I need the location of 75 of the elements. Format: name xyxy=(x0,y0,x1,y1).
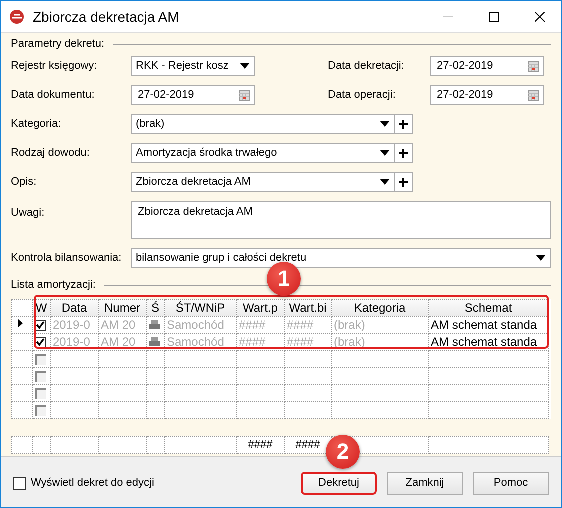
table-cell: (brak) xyxy=(334,318,366,332)
table-cell: AM 20 xyxy=(101,318,136,332)
table-cell: #### xyxy=(239,318,266,332)
section-title: Lista amortyzacji: xyxy=(11,279,96,291)
table-cell: #### xyxy=(239,335,266,349)
date-field[interactable]: 27-02-2019 xyxy=(430,85,544,105)
printer-icon xyxy=(149,320,160,329)
dropdown[interactable]: Zbiorcza dekretacja AM xyxy=(131,172,395,192)
checkbox[interactable] xyxy=(35,370,46,382)
field-label: Rejestr księgowy: xyxy=(11,60,98,72)
caret-icon xyxy=(536,255,546,261)
column-header[interactable]: Wart.bi xyxy=(284,300,332,316)
app-icon xyxy=(9,8,25,24)
dialog-button[interactable]: Pomoc xyxy=(473,472,549,494)
column-header[interactable]: Wart.p xyxy=(236,300,284,316)
column-header[interactable]: Kategoria xyxy=(332,300,428,316)
dropdown[interactable]: (brak) xyxy=(131,114,395,134)
checkbox[interactable] xyxy=(35,388,46,399)
total-cell: #### xyxy=(296,439,320,451)
window-title: Zbiorcza dekretacja AM xyxy=(33,8,180,24)
field-label: Data dokumentu: xyxy=(11,89,96,101)
close-icon xyxy=(535,12,545,22)
table-cell: AM schemat standa xyxy=(431,335,538,349)
checkbox[interactable] xyxy=(35,354,46,365)
checkbox[interactable] xyxy=(35,320,46,331)
table-cell: #### xyxy=(287,318,314,332)
table-cell: 2019-0 xyxy=(53,335,90,349)
dialog-button[interactable]: Zamknij xyxy=(387,472,463,494)
field-label: Opis: xyxy=(11,176,38,188)
field-label: Data dekretacji: xyxy=(328,60,406,72)
caret-icon xyxy=(380,121,390,127)
checkbox[interactable] xyxy=(35,404,46,416)
table-cell: AM schemat standa xyxy=(431,318,538,332)
caret-icon xyxy=(380,150,390,156)
add-button[interactable] xyxy=(395,172,413,192)
caret-icon xyxy=(240,63,250,69)
date-field[interactable]: 27-02-2019 xyxy=(131,85,255,105)
column-header[interactable]: Schemat xyxy=(428,300,548,316)
table-cell: (brak) xyxy=(334,335,366,349)
field-label: Kontrola bilansowania: xyxy=(11,252,123,264)
plus-icon xyxy=(399,178,408,186)
printer-icon xyxy=(149,337,160,346)
dialog-button[interactable]: Dekretuj xyxy=(301,472,377,494)
table-cell: 2019-0 xyxy=(53,318,90,332)
maximize-icon xyxy=(489,12,499,22)
column-header[interactable]: ŚT/WNiP xyxy=(164,300,236,316)
table-cell: AM 20 xyxy=(101,335,136,349)
column-header[interactable]: Data xyxy=(50,300,98,316)
dropdown[interactable]: bilansowanie grup i całości dekretu xyxy=(131,248,551,268)
notes-field[interactable]: Zbiorcza dekretacja AM xyxy=(131,201,551,239)
date-field[interactable]: 27-02-2019 xyxy=(430,56,544,76)
field-label: Data operacji: xyxy=(328,89,397,101)
table-cell: #### xyxy=(287,335,314,349)
total-cell: #### xyxy=(248,439,273,451)
add-button[interactable] xyxy=(395,143,413,163)
section-title: Parametry dekretu: xyxy=(11,38,105,50)
dropdown[interactable]: RKK - Rejestr kosz xyxy=(131,56,255,76)
field-label: Uwagi: xyxy=(11,206,46,219)
column-header[interactable]: Ś xyxy=(146,300,164,316)
plus-icon xyxy=(399,120,408,128)
checkbox[interactable] xyxy=(13,476,26,490)
caret-icon xyxy=(380,179,390,185)
checkbox[interactable] xyxy=(35,336,46,348)
calendar-icon xyxy=(528,60,539,72)
field-label: Kategoria: xyxy=(11,118,62,130)
table-cell: Samochód xyxy=(167,335,224,349)
calendar-icon xyxy=(528,90,539,100)
calendar-icon xyxy=(239,90,250,100)
dropdown[interactable]: Amortyzacja środka trwałego xyxy=(131,143,395,163)
table-cell: Samochód xyxy=(167,318,224,332)
field-label: Rodzaj dowodu: xyxy=(11,147,91,159)
column-header[interactable]: Numer xyxy=(98,300,146,316)
checkbox-label: Wyświetl dekret do edycji xyxy=(31,477,154,489)
add-button[interactable] xyxy=(395,114,413,134)
plus-icon xyxy=(399,148,408,158)
